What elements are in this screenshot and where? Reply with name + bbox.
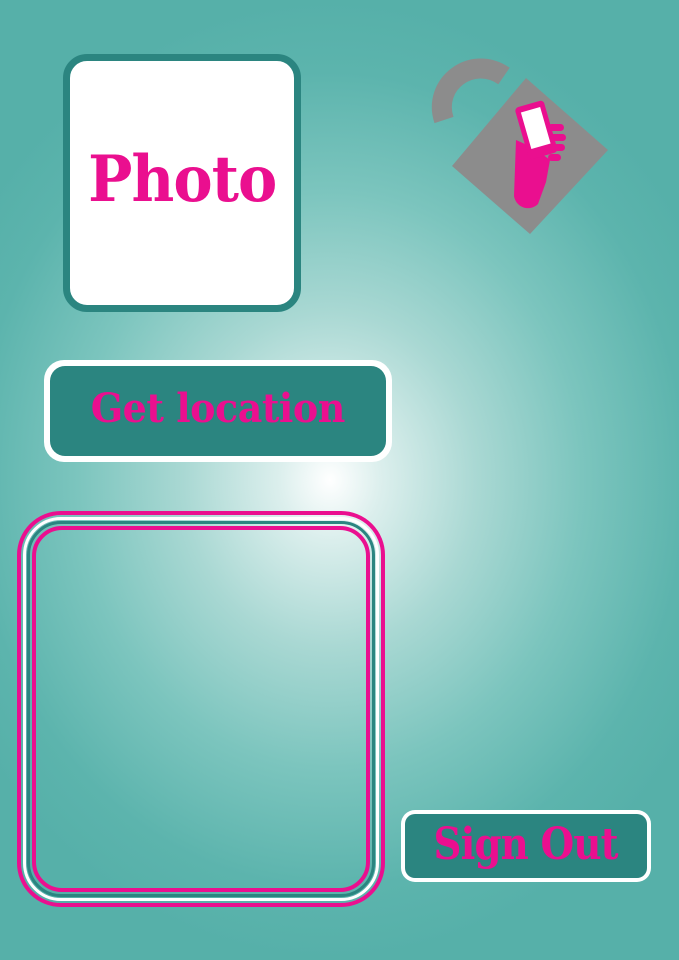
get-location-button[interactable]: Get location <box>44 360 392 462</box>
photo-placeholder[interactable]: Photo <box>63 54 301 312</box>
get-location-label: Get location <box>90 384 346 432</box>
sign-out-button[interactable]: Sign Out <box>401 810 651 882</box>
padlock-phone-icon <box>430 56 612 238</box>
map-frame <box>17 511 385 907</box>
photo-label: Photo <box>87 141 277 217</box>
get-location-button-face: Get location <box>50 366 386 456</box>
sign-out-label: Sign Out <box>433 818 619 870</box>
sign-out-button-face: Sign Out <box>405 814 647 878</box>
map-frame-border <box>32 526 370 892</box>
